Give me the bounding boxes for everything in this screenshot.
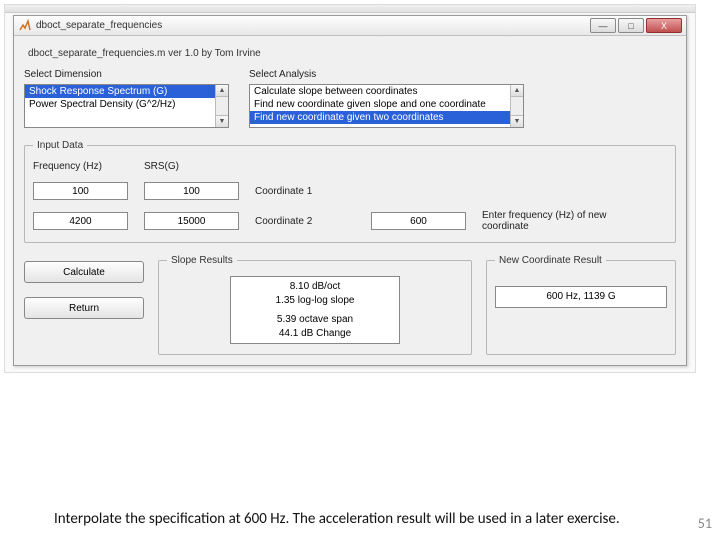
- dimension-listbox[interactable]: Shock Response Spectrum (G) Power Spectr…: [24, 84, 229, 128]
- input-data-legend: Input Data: [33, 140, 87, 151]
- return-button[interactable]: Return: [24, 297, 144, 319]
- coord1-srs-input[interactable]: [144, 182, 239, 200]
- calculate-button[interactable]: Calculate: [24, 261, 144, 283]
- slope-results-output: 8.10 dB/oct 1.35 log-log slope 5.39 octa…: [230, 276, 400, 344]
- scroll-down-icon[interactable]: ▼: [511, 115, 523, 127]
- slope-results-legend: Slope Results: [167, 255, 237, 266]
- new-coordinate-result-legend: New Coordinate Result: [495, 255, 606, 266]
- window-title: dboct_separate_frequencies: [36, 20, 586, 31]
- new-frequency-label: Enter frequency (Hz) of new coordinate: [482, 210, 642, 232]
- minimize-button[interactable]: —: [590, 18, 616, 33]
- slope-line: 44.1 dB Change: [237, 327, 393, 341]
- coordinate2-label: Coordinate 2: [255, 216, 355, 227]
- scrollbar[interactable]: ▲ ▼: [510, 85, 523, 127]
- scroll-up-icon[interactable]: ▲: [216, 85, 228, 97]
- maximize-button[interactable]: □: [618, 18, 644, 33]
- new-coordinate-output: 600 Hz, 1139 G: [495, 286, 667, 308]
- scrollbar[interactable]: ▲ ▼: [215, 85, 228, 127]
- program-title: dboct_separate_frequencies.m ver 1.0 by …: [28, 48, 676, 59]
- scroll-up-icon[interactable]: ▲: [511, 85, 523, 97]
- list-item[interactable]: Power Spectral Density (G^2/Hz): [25, 98, 228, 111]
- list-item[interactable]: Shock Response Spectrum (G): [25, 85, 228, 98]
- coord2-frequency-input[interactable]: [33, 212, 128, 230]
- slope-results-group: Slope Results 8.10 dB/oct 1.35 log-log s…: [158, 255, 472, 355]
- slope-line: 1.35 log-log slope: [237, 294, 393, 308]
- slide-caption: Interpolate the specification at 600 Hz.…: [54, 510, 680, 528]
- select-dimension-label: Select Dimension: [24, 69, 229, 80]
- list-item[interactable]: Calculate slope between coordinates: [250, 85, 523, 98]
- list-item[interactable]: Find new coordinate given slope and one …: [250, 98, 523, 111]
- new-frequency-input[interactable]: [371, 212, 466, 230]
- input-data-group: Input Data Frequency (Hz) SRS(G) Coordin…: [24, 140, 676, 243]
- coord1-frequency-input[interactable]: [33, 182, 128, 200]
- frequency-header: Frequency (Hz): [33, 161, 128, 172]
- close-button[interactable]: X: [646, 18, 682, 33]
- app-window: dboct_separate_frequencies — □ X dboct_s…: [13, 15, 687, 366]
- matlab-icon: [18, 19, 32, 33]
- slope-line: 5.39 octave span: [237, 313, 393, 327]
- titlebar: dboct_separate_frequencies — □ X: [14, 16, 686, 36]
- analysis-listbox[interactable]: Calculate slope between coordinates Find…: [249, 84, 524, 128]
- coord2-srs-input[interactable]: [144, 212, 239, 230]
- coordinate1-label: Coordinate 1: [255, 186, 355, 197]
- srs-header: SRS(G): [144, 161, 239, 172]
- list-item[interactable]: Find new coordinate given two coordinate…: [250, 111, 523, 124]
- select-analysis-label: Select Analysis: [249, 69, 524, 80]
- page-number: 51: [698, 515, 712, 532]
- new-coordinate-result-group: New Coordinate Result 600 Hz, 1139 G: [486, 255, 676, 355]
- scroll-down-icon[interactable]: ▼: [216, 115, 228, 127]
- slope-line: 8.10 dB/oct: [237, 280, 393, 294]
